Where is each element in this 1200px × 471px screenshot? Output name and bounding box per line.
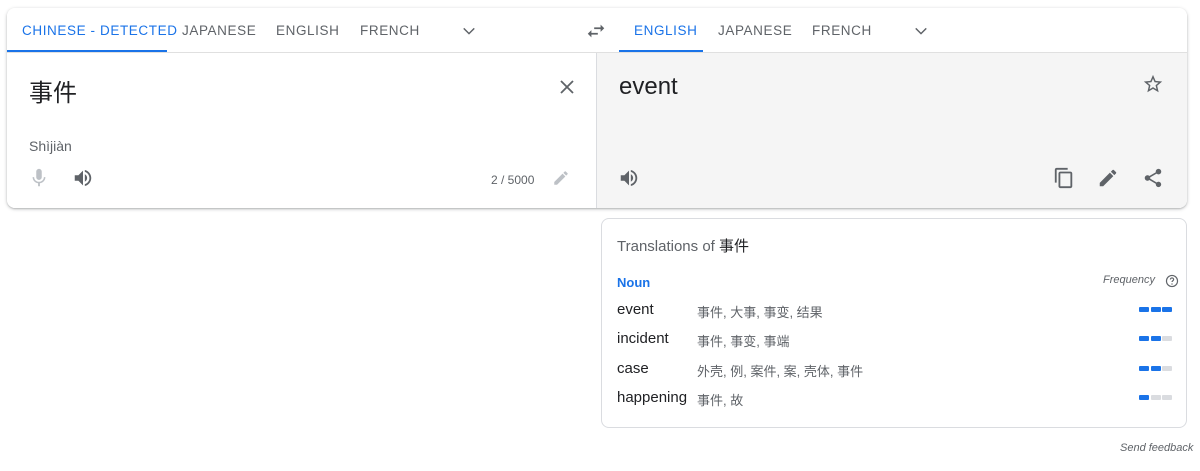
translations-title-prefix: Translations of [617, 238, 715, 255]
chevron-down-icon[interactable] [460, 22, 478, 40]
chevron-down-icon[interactable] [912, 22, 930, 40]
tab-target-english[interactable]: English [634, 8, 697, 53]
frequency-bar [1150, 366, 1161, 371]
share-icon[interactable] [1142, 167, 1164, 189]
swap-horiz-icon[interactable] [585, 20, 607, 42]
character-count: 2 / 5000 [491, 173, 535, 187]
frequency-bars [1139, 366, 1172, 372]
translation-output: event [619, 73, 678, 100]
translate-card: Chinese - detected Japanese English Fren… [7, 8, 1187, 208]
pencil-icon[interactable] [552, 169, 570, 187]
tab-source-english[interactable]: English [276, 8, 339, 53]
target-tab-indicator [619, 50, 703, 52]
frequency-bar [1162, 307, 1172, 312]
source-text-input[interactable]: 事件 [29, 73, 77, 108]
translation-row[interactable]: incident 事件, 事变, 事端 [602, 328, 1186, 356]
source-pane: 事件 Shìjiàn 2 / 5000 [7, 53, 596, 208]
send-feedback-link[interactable]: Send feedback [1120, 442, 1193, 454]
translations-panel: Translations of 事件 Noun Frequency event 事… [601, 218, 1187, 428]
language-bar: Chinese - detected Japanese English Fren… [7, 8, 1187, 53]
translation-row[interactable]: case 外壳, 例, 案件, 案, 壳体, 事件 [602, 358, 1186, 386]
translation-word[interactable]: case [617, 360, 649, 377]
translations-title: Translations of 事件 [617, 235, 749, 256]
translation-word[interactable]: happening [617, 389, 687, 406]
target-pane: event [597, 53, 1187, 208]
frequency-bars [1139, 395, 1172, 401]
frequency-bar [1162, 395, 1172, 400]
copy-icon[interactable] [1053, 167, 1075, 189]
frequency-bar [1150, 395, 1161, 400]
frequency-bar [1162, 336, 1172, 341]
reverse-translations: 事件, 大事, 事变, 结果 [697, 305, 823, 320]
pencil-icon[interactable] [1097, 167, 1119, 189]
translation-word[interactable]: incident [617, 330, 669, 347]
frequency-bars [1139, 307, 1172, 313]
translation-row[interactable]: happening 事件, 故 [602, 387, 1186, 415]
tab-target-japanese[interactable]: Japanese [718, 8, 792, 53]
frequency-bar [1139, 336, 1149, 341]
tab-source-japanese[interactable]: Japanese [182, 8, 256, 53]
volume-up-icon[interactable] [618, 167, 640, 189]
reverse-translations: 外壳, 例, 案件, 案, 壳体, 事件 [697, 364, 864, 379]
frequency-label: Frequency [1103, 274, 1155, 286]
romanization: Shìjiàn [29, 138, 72, 154]
help-circle-icon[interactable] [1165, 274, 1179, 288]
frequency-bar [1139, 366, 1149, 371]
translations-title-term: 事件 [719, 238, 750, 255]
frequency-bars [1139, 336, 1172, 342]
frequency-bar [1162, 366, 1172, 371]
reverse-translations: 事件, 事变, 事端 [697, 334, 790, 349]
volume-up-icon[interactable] [72, 167, 94, 189]
source-tab-indicator [7, 50, 167, 52]
tab-source-french[interactable]: French [360, 8, 420, 53]
tab-source-chinese-detected[interactable]: Chinese - detected [22, 8, 178, 53]
star-outline-icon[interactable] [1142, 73, 1164, 95]
close-icon[interactable] [555, 75, 579, 99]
translation-word[interactable]: event [617, 301, 654, 318]
frequency-bar [1150, 336, 1161, 341]
frequency-bar [1139, 307, 1149, 312]
part-of-speech-label: Noun [617, 275, 651, 290]
mic-icon[interactable] [28, 167, 50, 189]
tab-target-french[interactable]: French [812, 8, 872, 53]
reverse-translations: 事件, 故 [697, 393, 744, 408]
frequency-bar [1150, 307, 1161, 312]
frequency-bar [1139, 395, 1149, 400]
translation-row[interactable]: event 事件, 大事, 事变, 结果 [602, 299, 1186, 327]
